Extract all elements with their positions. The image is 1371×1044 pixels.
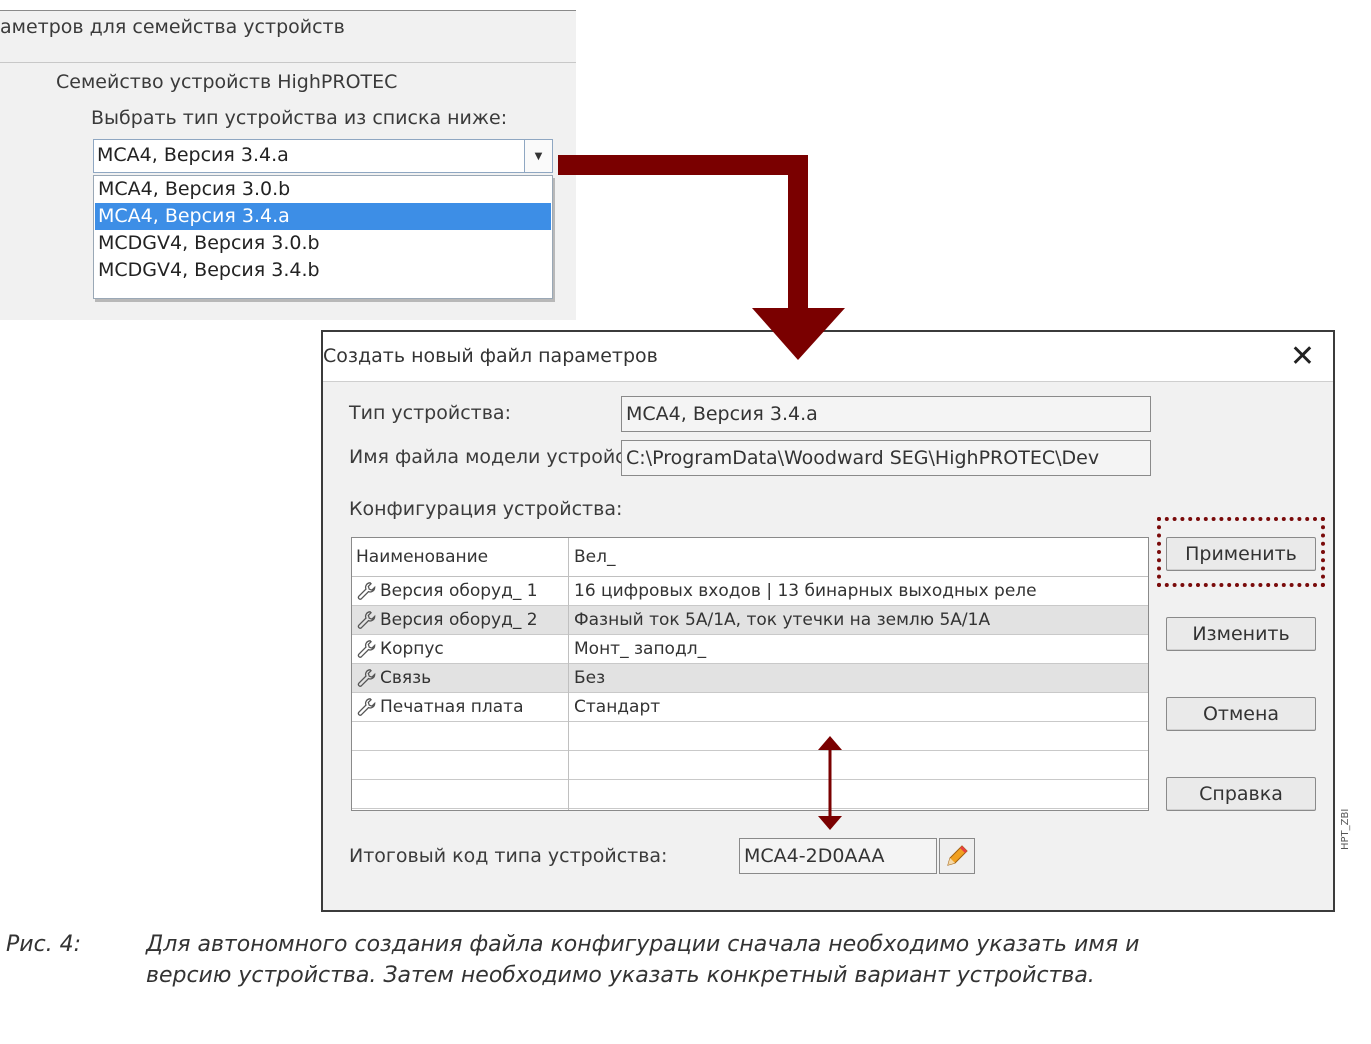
pencil-icon xyxy=(947,845,968,866)
wrench-icon xyxy=(357,582,376,600)
dropdown-option[interactable]: MCDGV4, Версия 3.0.b xyxy=(95,230,551,257)
caption-line: версию устройства. Затем необходимо указ… xyxy=(146,963,1095,988)
column-header-name: Наименование xyxy=(356,547,489,567)
column-separator xyxy=(568,538,569,810)
row-value: Монт_ заподл_ xyxy=(574,639,707,659)
config-table: Наименование Вел_ Версия оборуд_ 1 16 ци… xyxy=(351,537,1149,811)
type-code-label: Итоговый код типа устройства: xyxy=(349,845,668,867)
row-name: Версия оборуд_ 1 xyxy=(380,581,538,601)
device-type-combobox[interactable]: MCA4, Версия 3.4.a ▼ xyxy=(93,139,553,173)
wrench-icon xyxy=(357,669,376,687)
panel-separator xyxy=(0,62,576,63)
row-value: Без xyxy=(574,668,606,688)
dropdown-option[interactable]: MCA4, Версия 3.0.b xyxy=(95,176,551,203)
side-label: HPT_ZBI xyxy=(1340,808,1351,850)
dialog-titlebar: Создать новый файл параметров ✕ xyxy=(323,332,1333,382)
wrench-icon xyxy=(357,640,376,658)
table-row-empty xyxy=(352,751,1148,780)
close-icon[interactable]: ✕ xyxy=(1290,339,1315,374)
chevron-down-icon[interactable]: ▼ xyxy=(524,140,552,172)
row-name: Печатная плата xyxy=(380,697,524,717)
table-row[interactable]: Версия оборуд_ 1 16 цифровых входов | 13… xyxy=(352,577,1148,606)
table-row[interactable]: Печатная плата Стандарт xyxy=(352,693,1148,722)
caption-line: Для автономного создания файла конфигура… xyxy=(146,932,1140,957)
change-button[interactable]: Изменить xyxy=(1166,617,1316,651)
table-header: Наименование Вел_ xyxy=(352,538,1148,577)
table-row[interactable]: Корпус Монт_ заподл_ xyxy=(352,635,1148,664)
cancel-button[interactable]: Отмена xyxy=(1166,697,1316,731)
type-code-field: MCA4-2D0AAA xyxy=(739,838,937,874)
combobox-value: MCA4, Версия 3.4.a xyxy=(97,144,289,166)
table-row-empty xyxy=(352,722,1148,751)
model-file-label: Имя файла модели устройства: xyxy=(349,446,666,468)
apply-button[interactable]: Применить xyxy=(1166,537,1316,571)
row-name: Версия оборуд_ 2 xyxy=(380,610,538,630)
edit-type-code-button[interactable] xyxy=(939,838,975,874)
caption-number: Рис. 4: xyxy=(6,932,82,957)
config-label: Конфигурация устройства: xyxy=(349,498,623,520)
device-type-dropdown: MCA4, Версия 3.0.b MCA4, Версия 3.4.a MC… xyxy=(93,175,553,299)
family-panel-header: аметров для семейства устройств xyxy=(0,16,345,38)
dialog-title: Создать новый файл параметров xyxy=(323,345,658,367)
row-value: Стандарт xyxy=(574,697,661,717)
create-parameter-file-dialog: Создать новый файл параметров ✕ Тип устр… xyxy=(321,330,1335,912)
table-row[interactable]: Версия оборуд_ 2 Фазный ток 5А/1А, ток у… xyxy=(352,606,1148,635)
row-name: Связь xyxy=(380,668,432,688)
device-type-field: MCA4, Версия 3.4.a xyxy=(621,396,1151,432)
dropdown-option[interactable]: MCDGV4, Версия 3.4.b xyxy=(95,257,551,284)
column-header-value: Вел_ xyxy=(574,547,616,567)
row-value: Фазный ток 5А/1А, ток утечки на землю 5А… xyxy=(574,610,991,630)
table-row-empty xyxy=(352,780,1148,809)
row-value: 16 цифровых входов | 13 бинарных выходны… xyxy=(574,581,1037,601)
wrench-icon xyxy=(357,698,376,716)
device-type-label: Тип устройства: xyxy=(349,402,511,424)
table-row[interactable]: Связь Без xyxy=(352,664,1148,693)
dropdown-option-selected[interactable]: MCA4, Версия 3.4.a xyxy=(95,203,551,230)
model-file-field: C:\ProgramData\Woodward SEG\HighPROTEC\D… xyxy=(621,440,1151,476)
panel-top-border xyxy=(0,10,576,11)
row-name: Корпус xyxy=(380,639,444,659)
help-button[interactable]: Справка xyxy=(1166,777,1316,811)
family-name: Семейство устройств HighPROTEC xyxy=(56,71,398,93)
select-prompt: Выбрать тип устройства из списка ниже: xyxy=(91,107,508,129)
wrench-icon xyxy=(357,611,376,629)
